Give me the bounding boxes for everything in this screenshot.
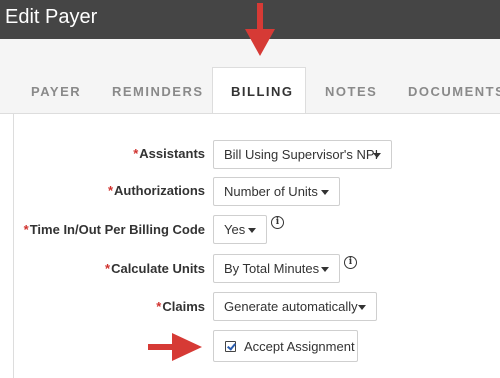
tab-payer[interactable]: PAYER [31,84,81,99]
claims-select-value: Generate automatically [224,299,358,314]
time-in-out-label: *Time In/Out Per Billing Code [23,222,205,237]
authorizations-select[interactable]: Number of Units [213,177,340,206]
accept-assignment-label: Accept Assignment [244,339,355,354]
authorizations-label: *Authorizations [107,183,205,198]
required-marker: * [105,261,111,276]
info-icon[interactable]: i [344,256,357,269]
time-in-out-select-value: Yes [224,222,246,237]
required-marker: * [156,299,162,314]
chevron-down-icon [321,190,329,195]
arrow-head [172,333,202,361]
info-icon[interactable]: i [271,216,284,229]
calculate-units-select[interactable]: By Total Minutes [213,254,340,283]
calculate-units-select-value: By Total Minutes [224,261,320,276]
time-in-out-select[interactable]: Yes [213,215,267,244]
chevron-down-icon [373,153,381,158]
arrow-shaft [148,344,174,350]
chevron-down-icon [321,267,329,272]
tab-billing[interactable]: BILLING [231,84,294,99]
checkbox-checked-icon[interactable] [225,341,236,352]
required-marker: * [133,146,139,161]
chevron-down-icon [358,305,366,310]
page-title: Edit Payer [5,6,98,28]
tab-reminders[interactable]: REMINDERS [112,84,204,99]
claims-label: *Claims [156,299,205,314]
accept-assignment-checkbox[interactable]: Accept Assignment [213,330,358,362]
required-marker: * [23,222,29,237]
arrow-shaft [257,3,263,31]
calculate-units-label: *Calculate Units [105,261,205,276]
arrow-head [245,29,275,56]
chevron-down-icon [248,228,256,233]
assistants-select-value: Bill Using Supervisor's NPI [224,147,379,162]
assistants-select[interactable]: Bill Using Supervisor's NPI [213,140,392,169]
required-marker: * [107,183,113,198]
authorizations-select-value: Number of Units [224,184,318,199]
tab-notes[interactable]: NOTES [325,84,377,99]
assistants-label: *Assistants [133,146,205,161]
tab-documents[interactable]: DOCUMENTS [408,84,500,99]
claims-select[interactable]: Generate automatically [213,292,377,321]
